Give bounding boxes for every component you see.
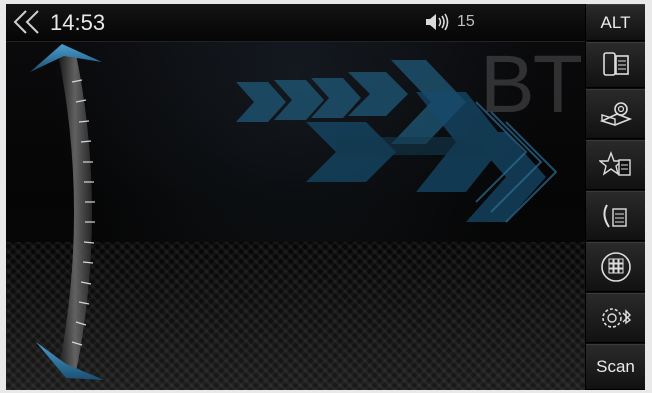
- speaker-icon: [425, 13, 451, 31]
- right-sidebar: ALT Scan: [586, 4, 645, 390]
- volume-level: 15: [457, 13, 475, 30]
- status-bar: 14:53 15: [6, 4, 585, 42]
- main-area: BT: [6, 42, 585, 390]
- alt-label: ALT: [600, 12, 631, 32]
- volume-indicator[interactable]: 15: [425, 13, 475, 31]
- clock: 14:53: [50, 10, 106, 35]
- contacts-button[interactable]: [586, 89, 645, 139]
- dialpad-button[interactable]: [586, 242, 645, 292]
- phone-list-button[interactable]: [586, 42, 645, 88]
- bt-settings-button[interactable]: [586, 293, 645, 343]
- call-log-button[interactable]: [586, 191, 645, 241]
- phone-list-icon: [600, 50, 632, 80]
- back-button[interactable]: [12, 9, 48, 37]
- scan-label: Scan: [596, 357, 635, 376]
- alt-button[interactable]: ALT: [586, 4, 645, 41]
- head-unit-screen: 14:53 15 BT ALT Scan: [6, 4, 645, 390]
- scroll-slider[interactable]: [6, 42, 166, 390]
- favorites-icon: [598, 150, 633, 180]
- favorites-button[interactable]: [586, 140, 645, 190]
- dialpad-icon: [600, 251, 632, 283]
- scan-button[interactable]: Scan: [586, 344, 645, 390]
- call-log-icon: [599, 201, 633, 231]
- double-chevron-left-icon: [12, 10, 42, 41]
- bt-watermark: BT: [480, 42, 583, 130]
- bt-settings-icon: [599, 302, 633, 334]
- contacts-book-icon: [599, 99, 633, 129]
